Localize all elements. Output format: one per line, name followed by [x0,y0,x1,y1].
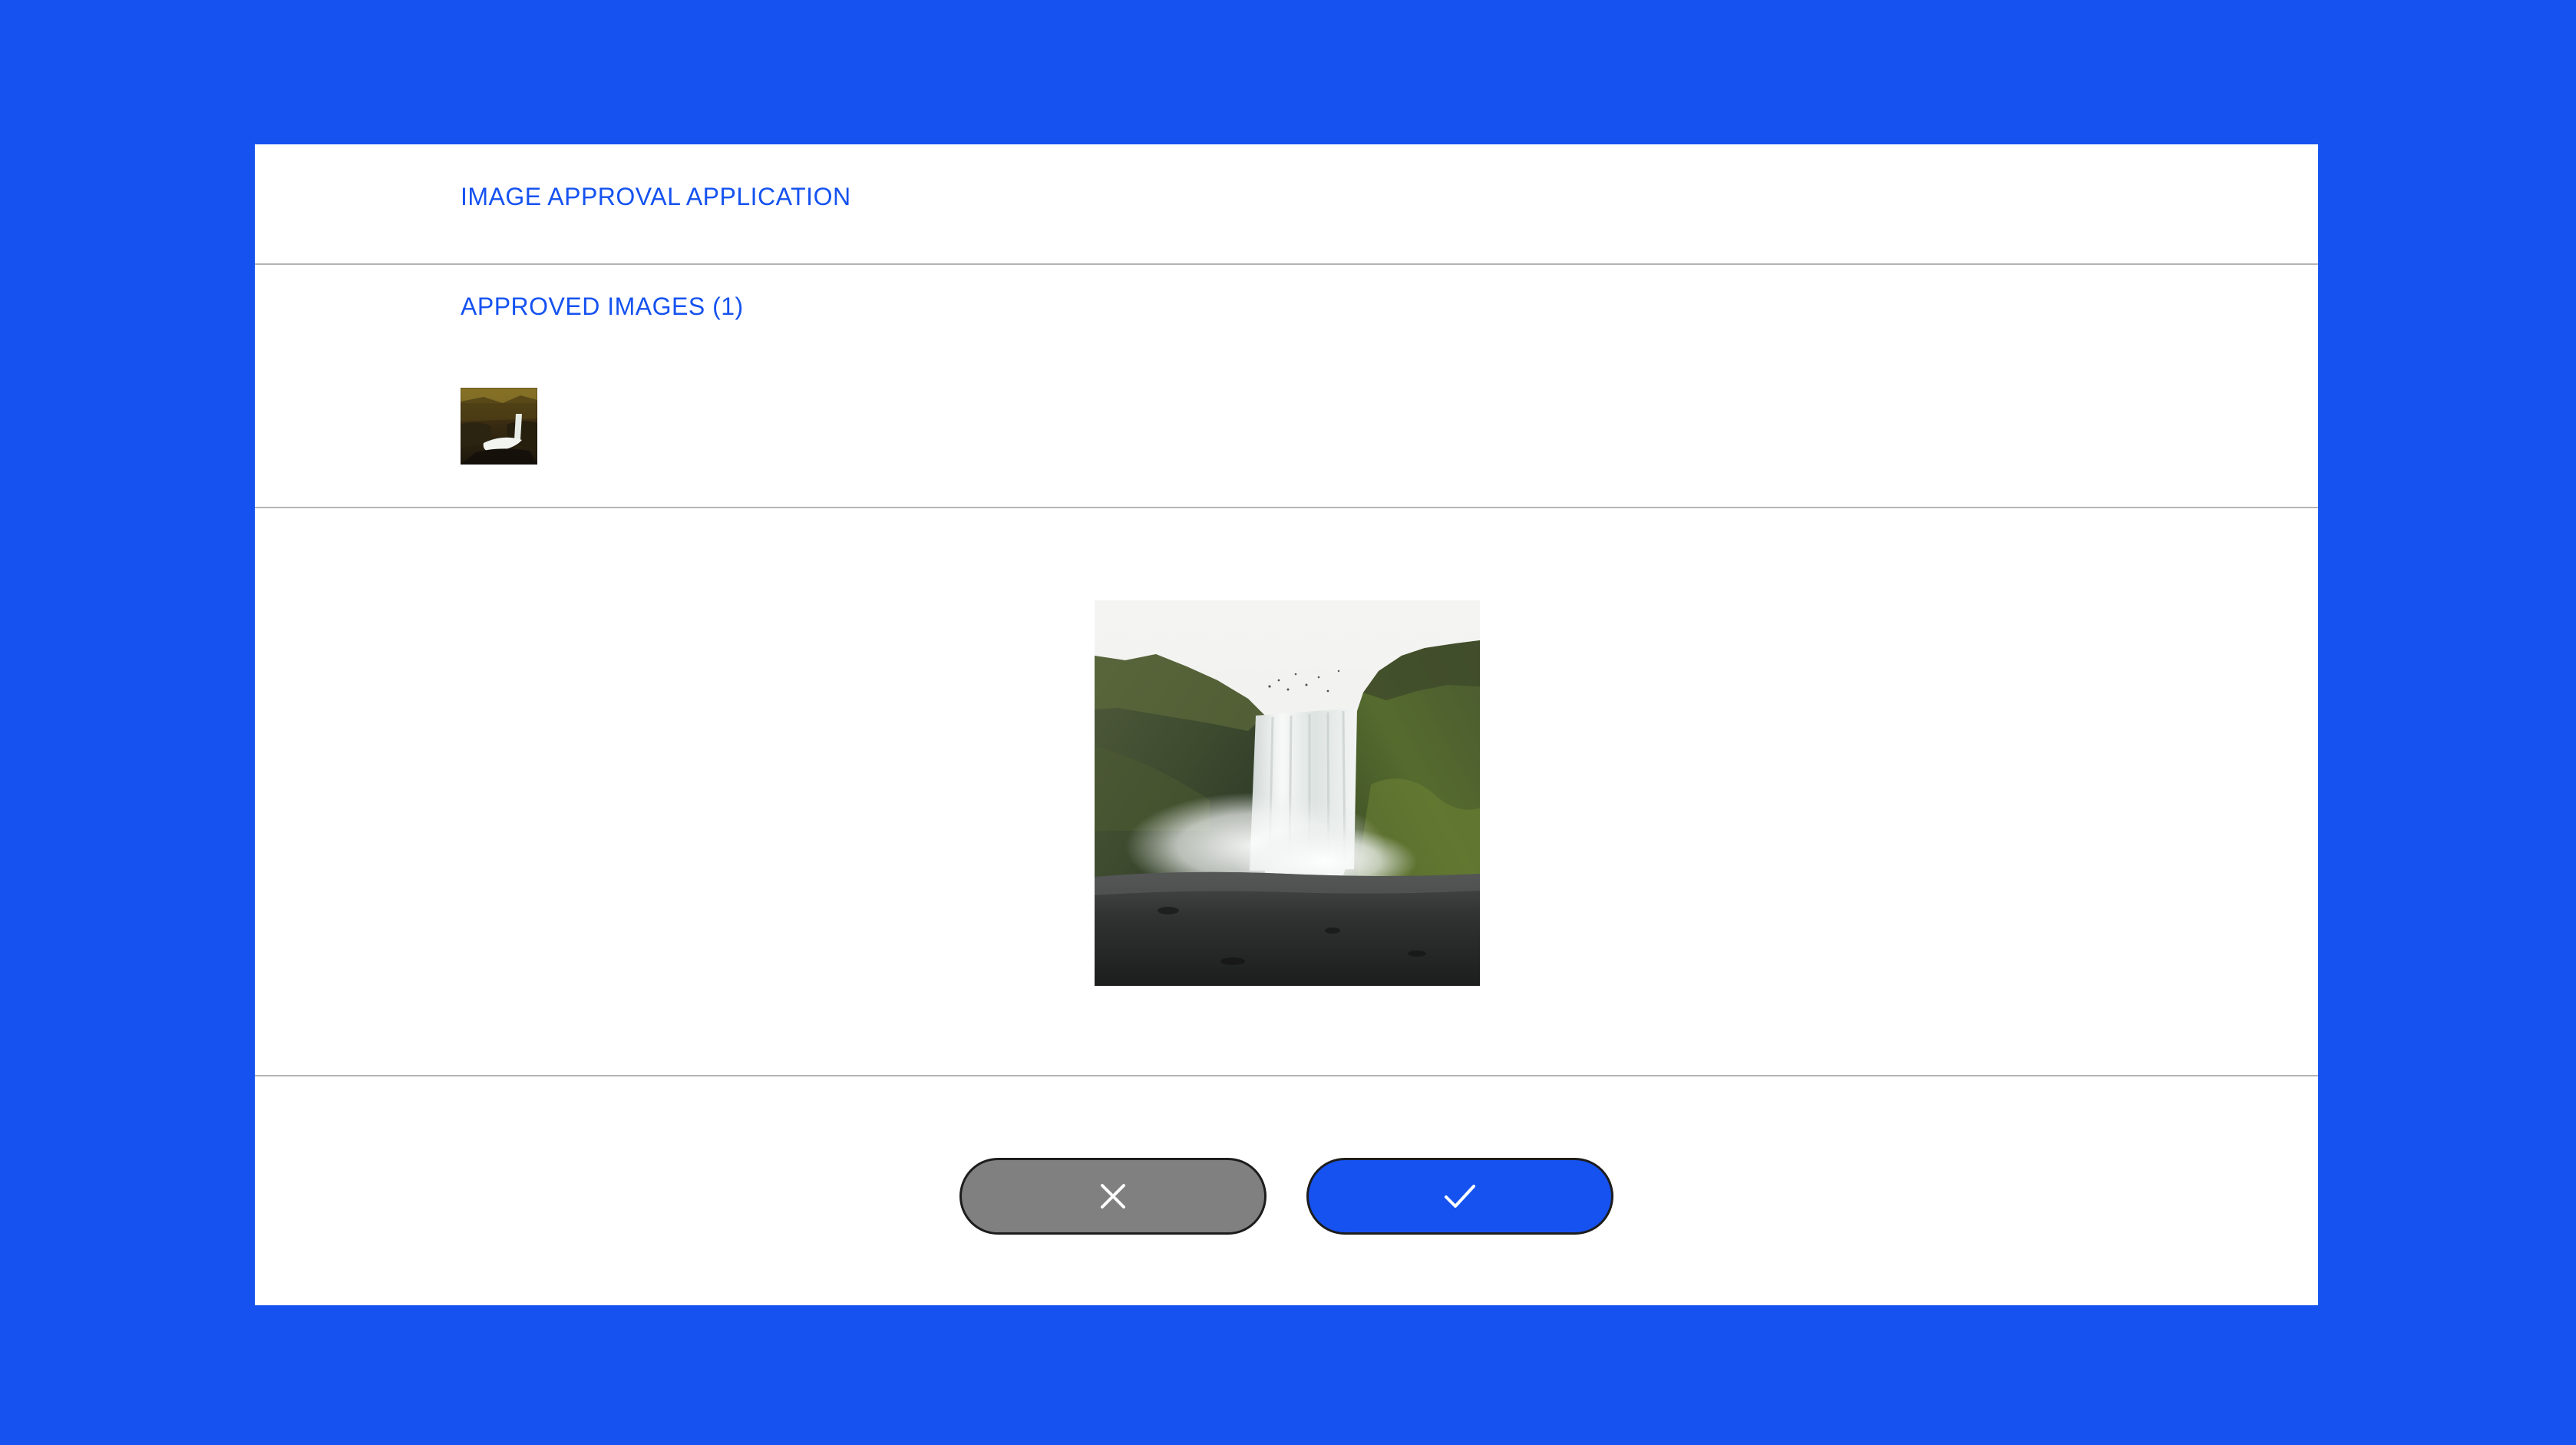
reject-button[interactable] [959,1158,1267,1235]
approved-image-thumbnail[interactable] [461,388,537,465]
approve-button[interactable] [1306,1158,1613,1235]
approved-images-heading: APPROVED IMAGES (1) [461,293,744,320]
close-icon [1101,1184,1125,1209]
app-header: IMAGE APPROVAL APPLICATION [255,144,2318,263]
approved-images-section: APPROVED IMAGES (1) [255,265,2318,507]
waterfall-photo [1095,600,1480,986]
check-icon [1445,1185,1475,1208]
app-card: IMAGE APPROVAL APPLICATION APPROVED IMAG… [255,144,2318,1305]
waterfall-thumbnail-image [461,388,537,465]
preview-image [1095,600,1480,986]
app-title: IMAGE APPROVAL APPLICATION [461,183,851,210]
action-bar [255,1076,2318,1305]
image-preview-section [255,508,2318,1075]
